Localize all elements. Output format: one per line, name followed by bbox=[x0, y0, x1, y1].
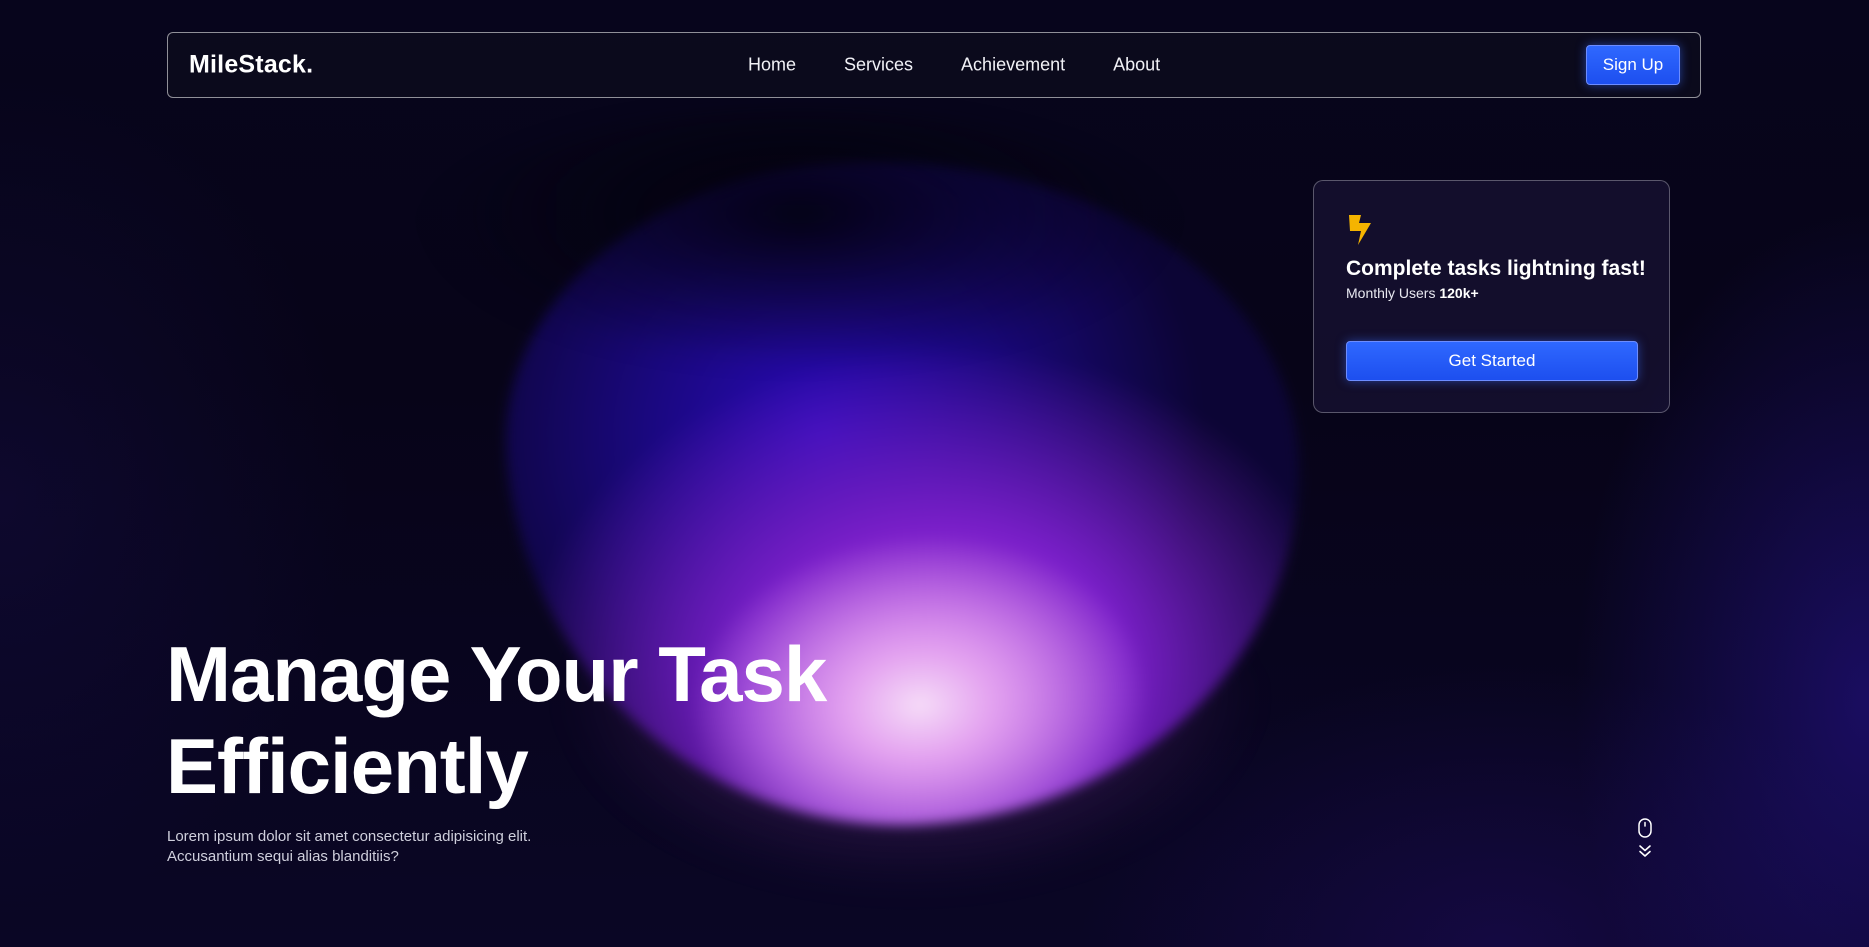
nav-link-services[interactable]: Services bbox=[844, 55, 913, 76]
hero-description-line-1: Lorem ipsum dolor sit amet consectetur a… bbox=[167, 828, 532, 845]
get-started-button[interactable]: Get Started bbox=[1346, 341, 1638, 381]
scroll-indicator[interactable] bbox=[1636, 818, 1654, 858]
blob-shadow bbox=[420, 110, 1180, 370]
hero-description: Lorem ipsum dolor sit amet consectetur a… bbox=[167, 827, 587, 867]
hero-title-line-2: Efficiently bbox=[166, 722, 529, 810]
nav-links: Home Services Achievement About bbox=[748, 55, 1160, 76]
mouse-icon bbox=[1638, 818, 1652, 838]
logo[interactable]: MileStack. bbox=[189, 51, 313, 80]
feature-card: Complete tasks lightning fast! Monthly U… bbox=[1313, 180, 1670, 413]
nav-link-achievement[interactable]: Achievement bbox=[961, 55, 1065, 76]
card-title: Complete tasks lightning fast! bbox=[1346, 257, 1646, 280]
navbar: MileStack. Home Services Achievement Abo… bbox=[167, 32, 1701, 98]
monthly-users-label: Monthly Users bbox=[1346, 285, 1436, 301]
hero-description-line-2: Accusantium sequi alias blanditiis? bbox=[167, 848, 399, 865]
monthly-users: Monthly Users 120k+ bbox=[1346, 285, 1637, 301]
monthly-users-value: 120k+ bbox=[1439, 285, 1479, 301]
lightning-bolt-icon bbox=[1349, 215, 1371, 245]
nav-link-about[interactable]: About bbox=[1113, 55, 1160, 76]
nav-link-home[interactable]: Home bbox=[748, 55, 796, 76]
sign-up-button[interactable]: Sign Up bbox=[1586, 45, 1680, 85]
double-chevron-down-icon bbox=[1638, 844, 1652, 858]
hero-title: Manage Your Task Efficiently bbox=[166, 628, 827, 812]
hero-title-line-1: Manage Your Task bbox=[166, 630, 827, 718]
